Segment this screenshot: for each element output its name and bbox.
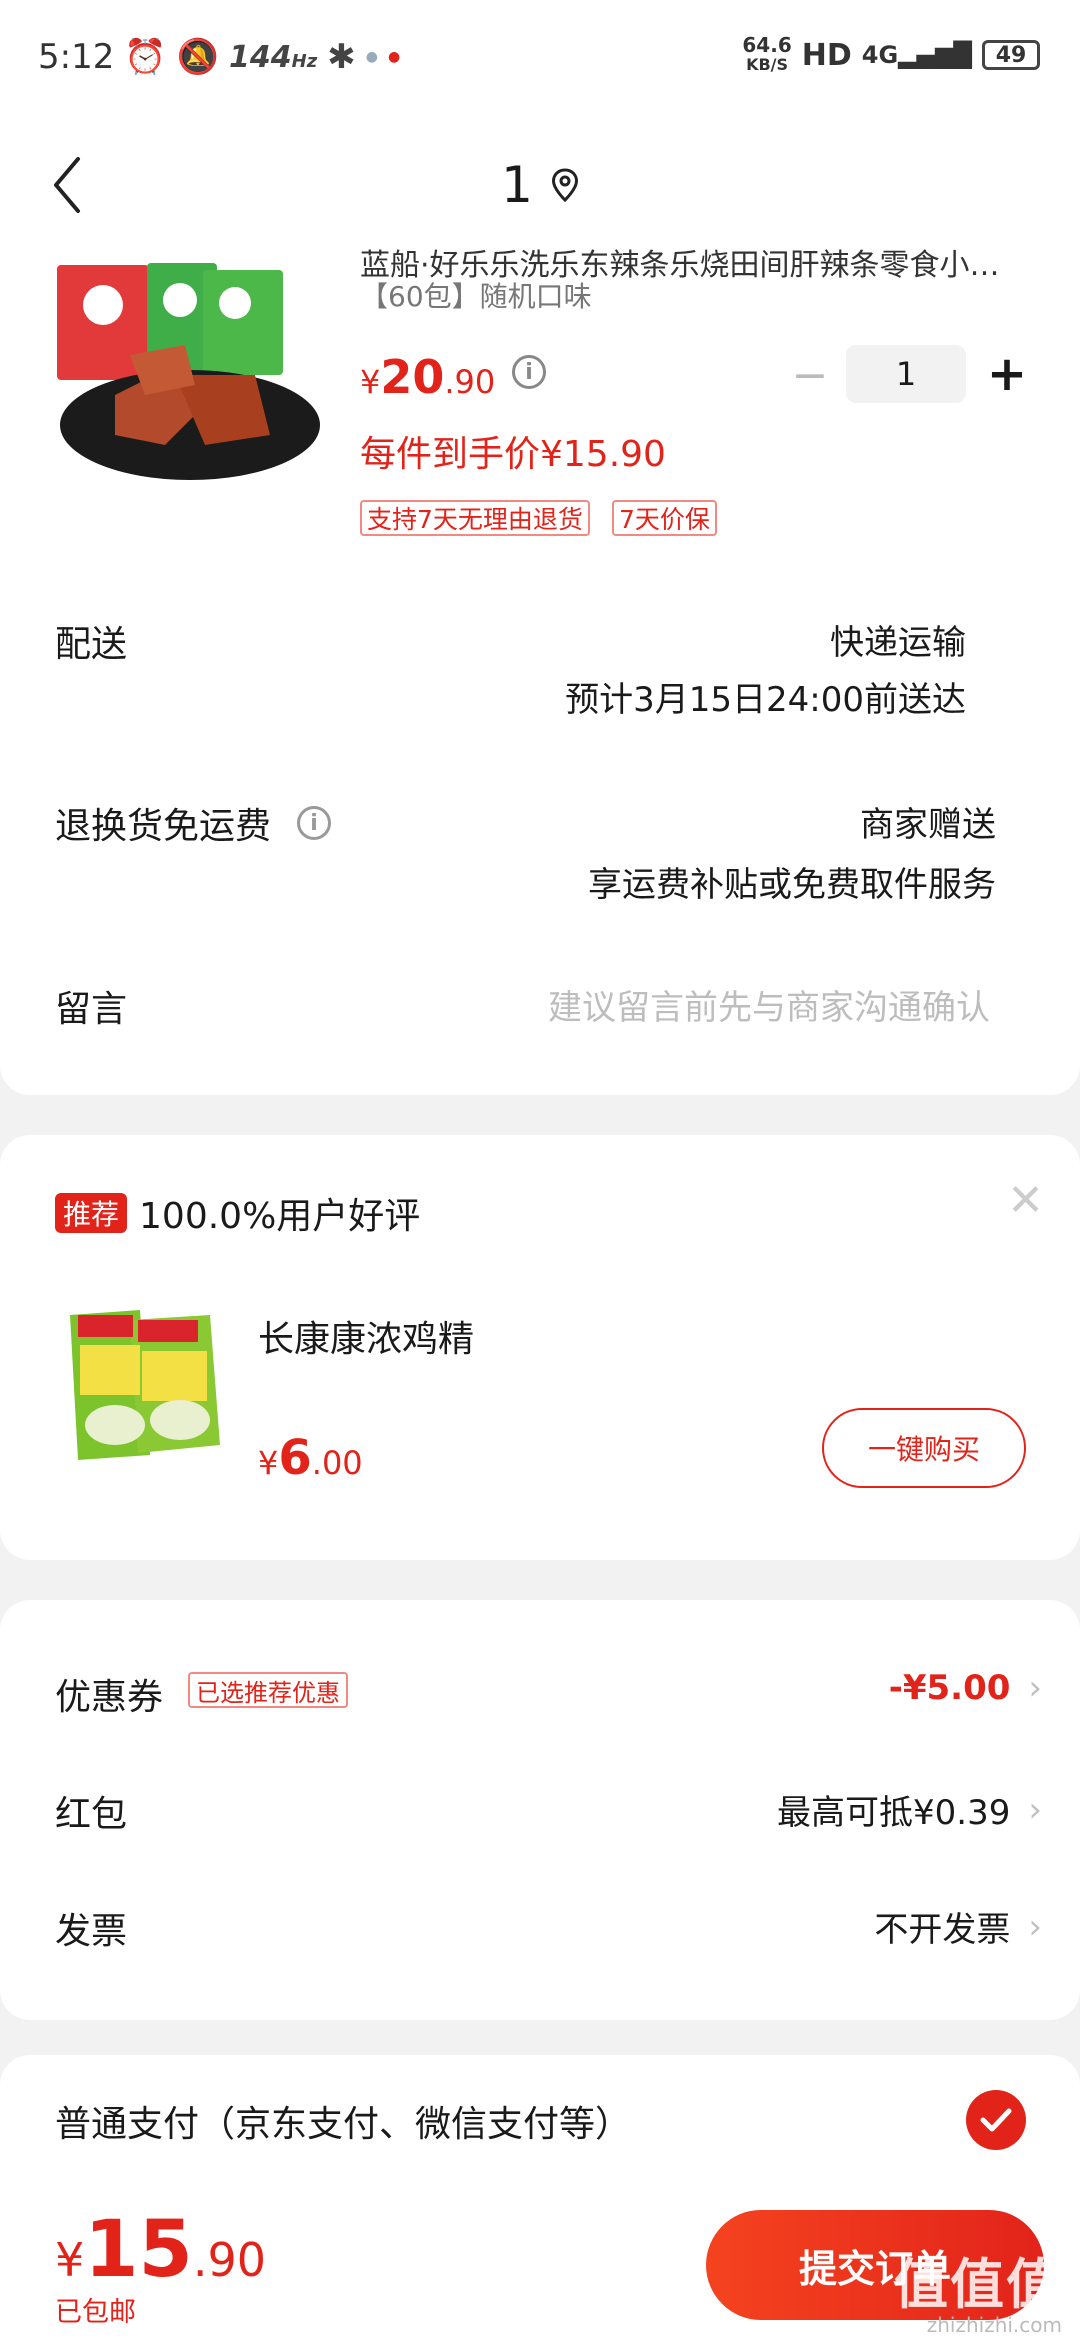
recommend-rating: 100.0%用户好评 [139, 1196, 421, 1237]
invoice-value: 不开发票 [874, 1910, 1011, 1950]
return-info-icon[interactable]: i [297, 806, 332, 840]
status-bar-left: 5:12 ⏰ 🔕 144Hz ✱ ● ● [38, 32, 400, 82]
invoice-row[interactable]: 不开发票 › [874, 1902, 1042, 1951]
back-button[interactable] [52, 150, 102, 220]
signal-icon: 4G▂▄▆█ [861, 41, 972, 69]
quantity-increase-button[interactable]: + [985, 345, 1029, 403]
quantity-decrease-button[interactable]: − [790, 350, 830, 401]
coupon-tag: 已选推荐优惠 [188, 1672, 348, 1708]
product-image[interactable] [55, 245, 325, 485]
return-shipping-desc: 享运费补贴或免费取件服务 [588, 865, 996, 905]
recommend-product-image[interactable] [60, 1295, 235, 1465]
total-price: ¥15.90 [55, 2205, 266, 2295]
page-title: 1 [501, 156, 533, 214]
redpacket-value: 最高可抵¥0.39 [777, 1793, 1011, 1833]
return-shipping-row: 退换货免运费 i [55, 797, 332, 849]
alarm-icon: ⏰ [124, 37, 167, 77]
quantity-input[interactable]: 1 [846, 345, 966, 403]
hd-indicator: HD [801, 37, 852, 73]
one-click-buy-button[interactable]: 一键购买 [822, 1408, 1026, 1488]
refresh-rate: 144Hz [229, 39, 318, 75]
delivery-label: 配送 [55, 624, 128, 665]
watermark: 值值值 zhizhizhi.com [894, 2252, 1062, 2337]
redpacket-label: 红包 [55, 1794, 128, 1835]
message-input[interactable]: 建议留言前先与商家沟通确认 [548, 980, 990, 1029]
bluetooth-icon: ✱ [327, 37, 356, 77]
recommend-product-name[interactable]: 长康康浓鸡精 [258, 1310, 474, 1362]
address-selector[interactable]: 1 [480, 150, 600, 220]
recommend-badge: 推荐 [55, 1193, 128, 1233]
chevron-right-icon: › [1028, 1789, 1042, 1830]
coupon-row[interactable]: -¥5.00 › [889, 1668, 1042, 1708]
notification-icon: ● [365, 49, 378, 65]
recommend-price: ¥6.00 [258, 1430, 363, 1486]
location-pin-icon [551, 168, 578, 202]
check-icon[interactable] [966, 2090, 1026, 2150]
network-speed: 64.6 KB/S [742, 33, 792, 74]
coupon-value: -¥5.00 [888, 1668, 1011, 1708]
back-arrow-icon [54, 157, 80, 213]
delivery-eta: 预计3月15日24:00前送达 [565, 680, 966, 720]
delivery-method[interactable]: 快递运输 [830, 615, 966, 664]
message-label: 留言 [55, 989, 128, 1030]
chevron-right-icon: › [1028, 1668, 1042, 1708]
redpacket-row[interactable]: 最高可抵¥0.39 › [777, 1785, 1042, 1834]
mute-icon: 🔕 [176, 37, 220, 77]
chevron-right-icon: › [1028, 1906, 1042, 1947]
return-shipping-label: 退换货免运费 [55, 806, 272, 847]
status-time: 5:12 [38, 37, 115, 77]
battery-icon: 49 [982, 40, 1040, 70]
final-price: 每件到手价¥15.90 [360, 434, 666, 475]
return-shipping-value: 商家赠送 [860, 805, 996, 845]
free-shipping-label: 已包邮 [55, 2297, 136, 2328]
recommend-header: 推荐 100.0%用户好评 [55, 1187, 420, 1239]
price-protect-tag: 7天价保 [612, 500, 717, 536]
payment-method[interactable]: 普通支付（京东支付、微信支付等） [55, 2095, 631, 2147]
product-price: ¥20.90 [360, 350, 496, 404]
close-icon[interactable]: ✕ [1007, 1175, 1044, 1226]
status-bar-right: 64.6 KB/S HD 4G▂▄▆█ 49 [742, 30, 1040, 80]
app-notification-icon: ● [387, 49, 401, 65]
return-policy-tag: 支持7天无理由退货 [360, 500, 590, 536]
product-spec: 【60包】随机口味 [360, 280, 592, 313]
invoice-label: 发票 [55, 1911, 128, 1952]
coupon-label: 优惠券 [55, 1677, 164, 1718]
price-info-icon[interactable]: i [512, 355, 546, 389]
